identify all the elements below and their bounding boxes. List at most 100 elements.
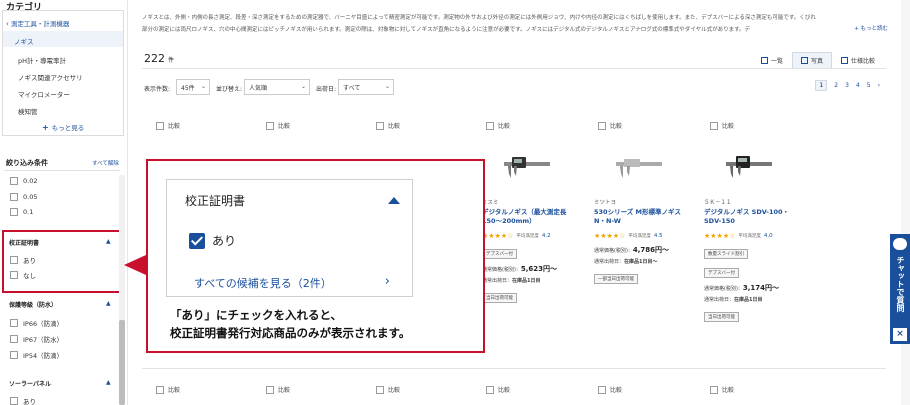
- sort-select[interactable]: 人気順 ⌄: [244, 79, 310, 95]
- close-icon[interactable]: ×: [893, 328, 907, 341]
- compare-checkbox[interactable]: 比較: [376, 121, 400, 130]
- filter-clear-link[interactable]: すべて解除: [92, 159, 119, 167]
- filter-option-0-05[interactable]: 0.05: [10, 193, 37, 201]
- price-label: 通常価格(税別)：: [704, 286, 743, 292]
- checkbox[interactable]: [710, 385, 718, 394]
- checkbox[interactable]: [10, 319, 18, 327]
- option-label: IP66（防滴）: [23, 320, 64, 328]
- compare-checkbox[interactable]: 比較: [710, 121, 734, 130]
- page-1[interactable]: 1: [815, 80, 828, 91]
- chevron-down-icon: ⌄: [300, 83, 306, 90]
- checkbox[interactable]: [10, 335, 18, 343]
- sidebar-item-ph-meter[interactable]: pH計・導電率計: [18, 55, 66, 65]
- option-label: あり: [23, 398, 36, 405]
- select-value: 人気順: [249, 84, 268, 92]
- compare-checkbox[interactable]: 比較: [156, 121, 180, 130]
- see-all-candidates-link[interactable]: すべての候補を見る（2件）: [194, 275, 332, 291]
- checkbox[interactable]: [598, 121, 606, 130]
- product-card[interactable]: ミツトヨ 530シリーズ M形標準ノギス N・N-W ★★★★☆ 平均満足度 4.5 …: [594, 150, 702, 284]
- checkbox[interactable]: [266, 385, 274, 394]
- product-name[interactable]: デジタルノギス SDV-100・ SDV-150: [704, 208, 812, 226]
- chat-question-tab[interactable]: チャットで質問 ×: [890, 234, 910, 344]
- rating-label: 平均満足度: [738, 234, 761, 239]
- rating-value[interactable]: 4.5: [654, 233, 663, 239]
- star-rating-icon: ★★★★☆: [704, 232, 736, 240]
- compare-checkbox[interactable]: 比較: [266, 385, 290, 394]
- compare-checkbox[interactable]: 比較: [266, 121, 290, 130]
- compare-checkbox[interactable]: 比較: [376, 385, 400, 394]
- compare-checkbox[interactable]: 比較: [598, 121, 622, 130]
- page-4[interactable]: 4: [856, 82, 860, 89]
- page-scrollbar[interactable]: [901, 0, 910, 405]
- page-2[interactable]: 2: [834, 82, 838, 89]
- checkbox[interactable]: [598, 385, 606, 394]
- rating-value[interactable]: 4.0: [764, 233, 773, 239]
- protect-option-ip67[interactable]: IP67（防水）: [10, 334, 63, 344]
- checkbox[interactable]: [10, 397, 18, 405]
- chevron-right-icon[interactable]: ›: [878, 82, 880, 89]
- checkbox[interactable]: [156, 121, 164, 130]
- parent-category-link[interactable]: ‹ 測定工具・計測機器: [6, 18, 69, 28]
- protect-section-title[interactable]: 保護等級（防水）: [9, 300, 57, 309]
- compare-label: 比較: [610, 387, 623, 394]
- sidebar-scrollbar-thumb[interactable]: [119, 320, 125, 405]
- protect-option-ip54[interactable]: IP54（防滴）: [10, 350, 63, 360]
- filter-option-0-02[interactable]: 0.02: [10, 177, 37, 185]
- checkbox[interactable]: [10, 193, 18, 201]
- checkbox[interactable]: [10, 177, 18, 185]
- collapse-caret-icon[interactable]: [388, 197, 400, 204]
- product-name-line: デジタルノギス SDV-100・: [704, 208, 790, 216]
- compare-label: 比較: [610, 123, 623, 130]
- display-count-select[interactable]: 45件 ⌄: [176, 79, 210, 95]
- chevron-left-icon: ‹: [6, 20, 9, 28]
- solar-option-ari[interactable]: あり: [10, 396, 36, 405]
- page-5[interactable]: 5: [867, 82, 871, 89]
- panel-title[interactable]: 校正証明書: [185, 192, 245, 209]
- compare-checkbox[interactable]: 比較: [598, 385, 622, 394]
- checkbox[interactable]: [376, 121, 384, 130]
- page-3[interactable]: 3: [845, 82, 849, 89]
- product-tag: デプスバー付: [704, 268, 739, 278]
- checkbox[interactable]: [486, 121, 494, 130]
- compare-checkbox[interactable]: 比較: [710, 385, 734, 394]
- product-card[interactable]: ミスミ デジタルノギス（最大測定長 150～200mm） ★★★★☆ 平均満足度 4.…: [482, 150, 590, 303]
- view-toggle: 一覧 写真 仕様比較: [752, 52, 884, 69]
- view-list-button[interactable]: 一覧: [752, 52, 792, 69]
- rating: ★★★★☆ 平均満足度 4.0: [704, 232, 812, 240]
- protect-option-ip66[interactable]: IP66（防滴）: [10, 318, 63, 328]
- product-name[interactable]: デジタルノギス（最大測定長 150～200mm）: [482, 208, 590, 226]
- filter-option-0-1[interactable]: 0.1: [10, 208, 33, 216]
- compare-checkbox[interactable]: 比較: [156, 385, 180, 394]
- compare-checkbox[interactable]: 比較: [486, 121, 510, 130]
- collapse-caret-icon[interactable]: ▲: [106, 300, 111, 307]
- checkbox[interactable]: [710, 121, 718, 130]
- ship-date-select[interactable]: すべて ⌄: [338, 79, 394, 95]
- product-maker: ミスミ: [482, 200, 499, 206]
- checkbox[interactable]: [486, 385, 494, 394]
- checked-checkbox-icon[interactable]: [189, 233, 205, 249]
- sidebar-item-nogisu[interactable]: ノギス: [14, 36, 34, 46]
- sidebar-item-detector-tube[interactable]: 検知管: [18, 106, 38, 116]
- solar-section-title[interactable]: ソーラーパネル: [9, 379, 51, 388]
- compare-checkbox[interactable]: 比較: [486, 385, 510, 394]
- display-count-label: 表示件数:: [144, 86, 171, 93]
- checkbox[interactable]: [156, 385, 164, 394]
- chevron-right-icon[interactable]: ›: [385, 274, 390, 289]
- product-name[interactable]: 530シリーズ M形標準ノギス N・N-W: [594, 208, 702, 226]
- highlight-box: [2, 230, 123, 293]
- price-label: 通常価格(税別)：: [482, 267, 521, 273]
- more-categories-link[interactable]: + もっと見る: [42, 122, 84, 132]
- rating-value[interactable]: 4.2: [542, 233, 551, 239]
- sidebar-item-micrometer[interactable]: マイクロメーター: [18, 89, 70, 99]
- view-photo-button[interactable]: 写真: [791, 52, 832, 69]
- sidebar-item-nogisu-accessory[interactable]: ノギス関連アクセサリ: [18, 72, 83, 82]
- checkbox[interactable]: [10, 351, 18, 359]
- view-compare-button[interactable]: 仕様比較: [832, 52, 884, 69]
- checkbox[interactable]: [266, 121, 274, 130]
- collapse-caret-icon[interactable]: ▲: [106, 379, 111, 386]
- product-card[interactable]: ＳＫ－１１ デジタルノギス SDV-100・ SDV-150 ★★★★☆ 平均満足度…: [704, 150, 812, 322]
- checkbox[interactable]: [376, 385, 384, 394]
- read-more-link[interactable]: + もっと読む: [854, 24, 888, 32]
- checkbox[interactable]: [10, 208, 18, 216]
- callout-note-line: 「あり」にチェックを入れると、: [170, 308, 343, 322]
